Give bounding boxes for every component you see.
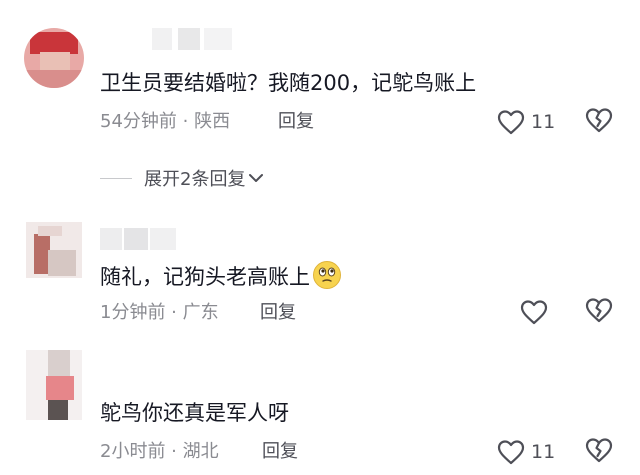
broken-heart-icon xyxy=(585,108,613,133)
comment-time-location: 54分钟前 · 陕西 xyxy=(100,111,231,132)
heart-outline-icon xyxy=(497,110,525,135)
comment-text-body: 随礼，记狗头老高账上 xyxy=(100,265,310,289)
broken-heart-icon xyxy=(585,438,613,463)
expand-replies-button[interactable]: 展开2条回复 xyxy=(100,164,265,192)
like-button[interactable]: 11 xyxy=(497,107,555,137)
like-count: 11 xyxy=(531,441,556,463)
comment-meta: 1分钟前 · 广东 xyxy=(100,300,219,326)
reply-button[interactable]: 回复 xyxy=(260,300,296,326)
username-mosaic[interactable] xyxy=(100,28,260,50)
avatar[interactable] xyxy=(26,350,82,420)
avatar[interactable] xyxy=(24,28,84,88)
reply-button[interactable]: 回复 xyxy=(278,109,314,135)
thinking-face-emoji xyxy=(313,261,341,289)
chevron-down-icon xyxy=(249,174,264,182)
comment-time-location: 2小时前 · 湖北 xyxy=(100,441,219,462)
heart-outline-icon xyxy=(497,440,525,465)
heart-outline-icon xyxy=(520,300,548,325)
divider xyxy=(100,177,132,179)
comment-meta: 2小时前 · 湖北 xyxy=(100,439,219,465)
dislike-button[interactable] xyxy=(585,437,615,467)
broken-heart-icon xyxy=(585,298,613,323)
comment-time-location: 1分钟前 · 广东 xyxy=(100,302,219,323)
expand-replies-label: 展开2条回复 xyxy=(144,169,246,190)
like-button[interactable]: 11 xyxy=(497,437,555,467)
like-count: 11 xyxy=(531,111,556,133)
dislike-button[interactable] xyxy=(585,107,615,137)
reply-button[interactable]: 回复 xyxy=(262,439,298,465)
avatar[interactable] xyxy=(26,222,82,278)
username-mosaic[interactable] xyxy=(100,228,180,250)
comment-text: 随礼，记狗头老高账上 xyxy=(100,260,342,292)
comment-meta: 54分钟前 · 陕西 xyxy=(100,109,230,135)
comment-text: 鸵鸟你还真是军人呀 xyxy=(100,401,289,425)
comment-text: 卫生员要结婚啦？我随200，记鸵鸟账上 xyxy=(100,71,477,95)
dislike-button[interactable] xyxy=(585,297,615,327)
like-button[interactable] xyxy=(520,297,554,327)
